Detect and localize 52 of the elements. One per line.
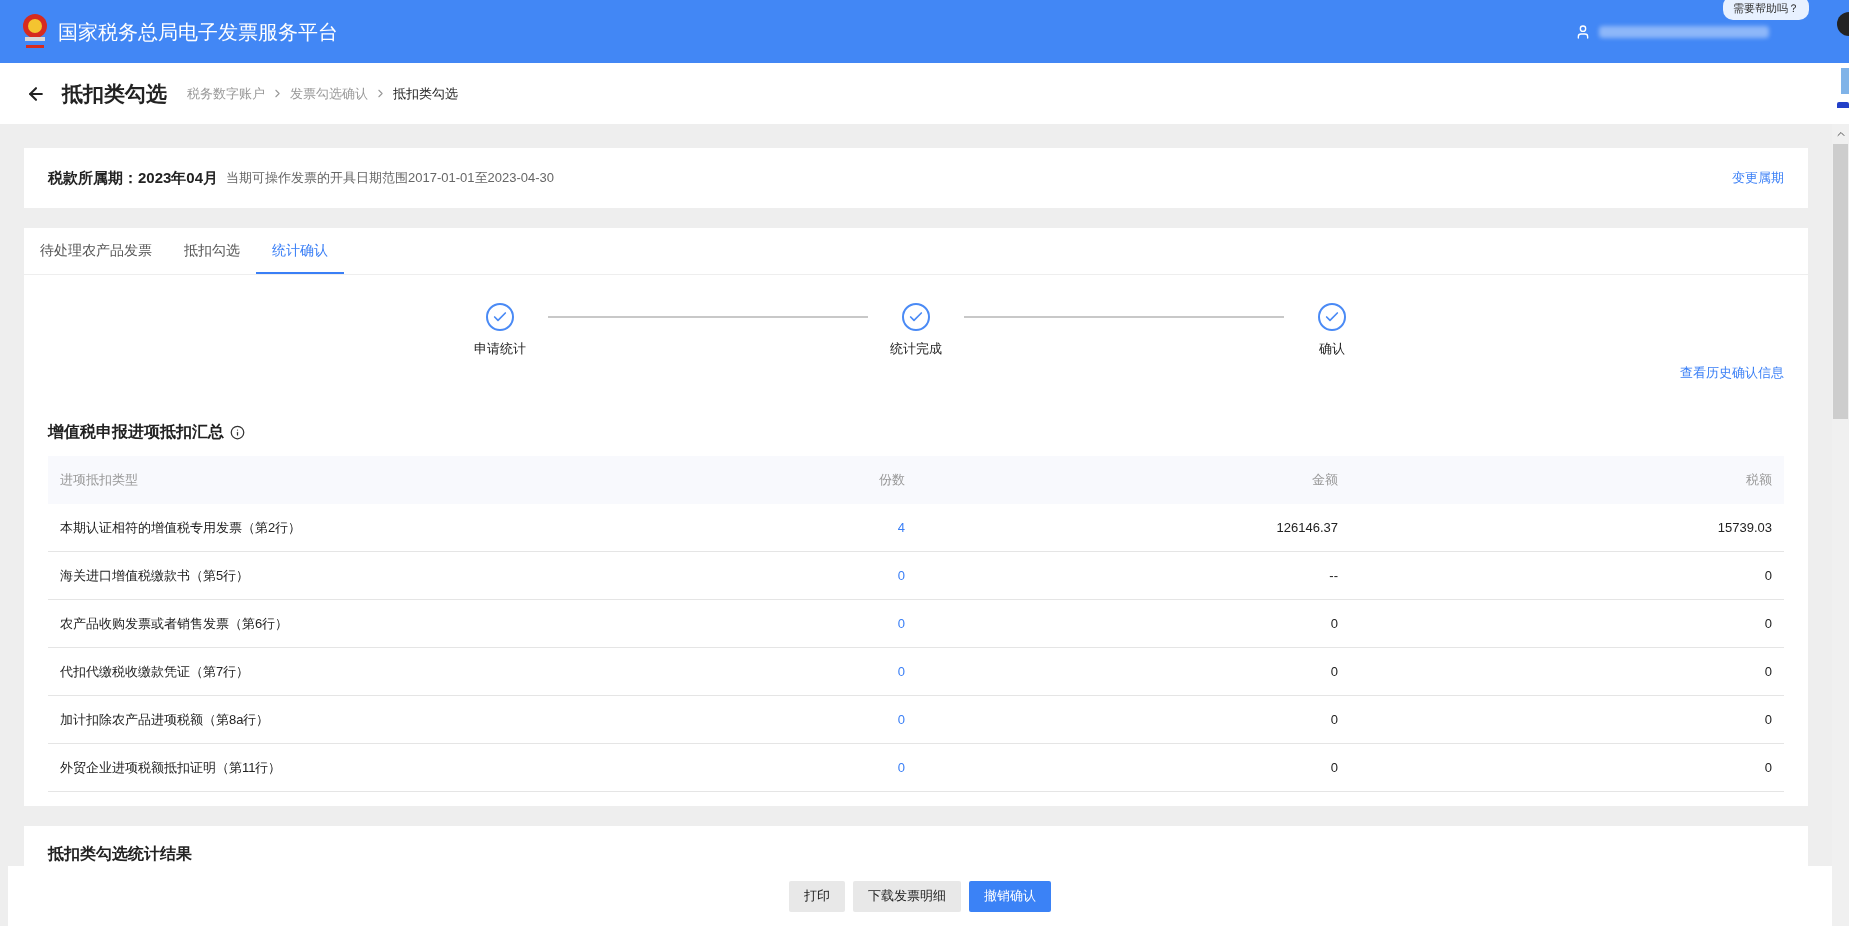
count-link[interactable]: 0 <box>897 663 905 679</box>
scrollbar-thumb[interactable] <box>1833 144 1848 419</box>
info-icon[interactable] <box>230 424 245 440</box>
step-label: 申请统计 <box>474 340 526 358</box>
breadcrumb-item: 抵扣类勾选 <box>393 84 458 103</box>
footer-button[interactable]: 打印 <box>789 880 845 912</box>
history-link[interactable]: 查看历史确认信息 <box>1680 362 1784 382</box>
step-label: 确认 <box>1319 340 1345 358</box>
page-title: 抵扣类勾选 <box>62 80 167 107</box>
table-cell-text: 0 <box>1763 758 1773 777</box>
table-cell-text: 代扣代缴税收缴款凭证（第7行） <box>59 662 251 681</box>
tab[interactable]: 待处理农产品发票 <box>24 228 168 274</box>
section-title: 抵扣类勾选统计结果 <box>48 845 192 862</box>
change-period-link[interactable]: 变更属期 <box>1732 168 1784 188</box>
footer-button[interactable]: 下载发票明细 <box>853 880 961 912</box>
table-cell-text: 0 <box>1763 614 1773 633</box>
count-link[interactable]: 0 <box>897 759 905 775</box>
table-cell-text: 15739.03 <box>1716 518 1773 537</box>
count-link[interactable]: 0 <box>897 567 905 583</box>
count-link[interactable]: 0 <box>897 711 905 727</box>
table-cell-text: 0 <box>1329 710 1339 729</box>
tab[interactable]: 统计确认 <box>256 228 344 274</box>
table-cell-text: 0 <box>1329 758 1339 777</box>
user-icon <box>1575 23 1591 40</box>
table-cell-text: 外贸企业进项税额抵扣证明（第11行） <box>59 758 283 777</box>
help-bubble: 需要帮助吗？ <box>1723 0 1809 20</box>
breadcrumb-item[interactable]: 发票勾选确认 <box>290 83 368 104</box>
count-link[interactable]: 0 <box>897 615 905 631</box>
table-cell-text: 0 <box>1763 662 1773 681</box>
table-cell-text: 0 <box>1329 662 1339 681</box>
table-cell-text: 农产品收购发票或者销售发票（第6行） <box>59 614 290 633</box>
section-title: 增值税申报进项抵扣汇总 <box>48 422 224 442</box>
table-cell-text: 加计扣除农产品进项税额（第8a行） <box>59 710 271 729</box>
table-cell-text: 本期认证相符的增值税专用发票（第2行） <box>59 518 303 537</box>
tab[interactable]: 抵扣勾选 <box>168 228 256 274</box>
step-label: 统计完成 <box>890 340 942 358</box>
period-range: 当期可操作发票的开具日期范围2017-01-01至2023-04-30 <box>226 169 555 188</box>
period-label: 税款所属期：2023年04月 <box>48 167 219 188</box>
table-cell-text: 0 <box>1763 566 1773 585</box>
table-cell-text: -- <box>1328 566 1339 585</box>
table-cell-text: 0 <box>1763 710 1773 729</box>
count-link[interactable]: 4 <box>897 519 905 535</box>
table-cell-text: 海关进口增值税缴款书（第5行） <box>59 566 251 585</box>
footer-button[interactable]: 撤销确认 <box>969 880 1051 912</box>
breadcrumb-item[interactable]: 税务数字账户 <box>187 83 265 104</box>
table-cell-text: 126146.37 <box>1275 518 1339 537</box>
column-header: 份数 <box>878 471 906 490</box>
column-header: 进项抵扣类型 <box>59 471 139 490</box>
column-header: 金额 <box>1311 471 1339 490</box>
platform-title: 国家税务总局电子发票服务平台 <box>58 19 338 45</box>
table-cell-text: 0 <box>1329 614 1339 633</box>
column-header: 税额 <box>1745 471 1773 490</box>
